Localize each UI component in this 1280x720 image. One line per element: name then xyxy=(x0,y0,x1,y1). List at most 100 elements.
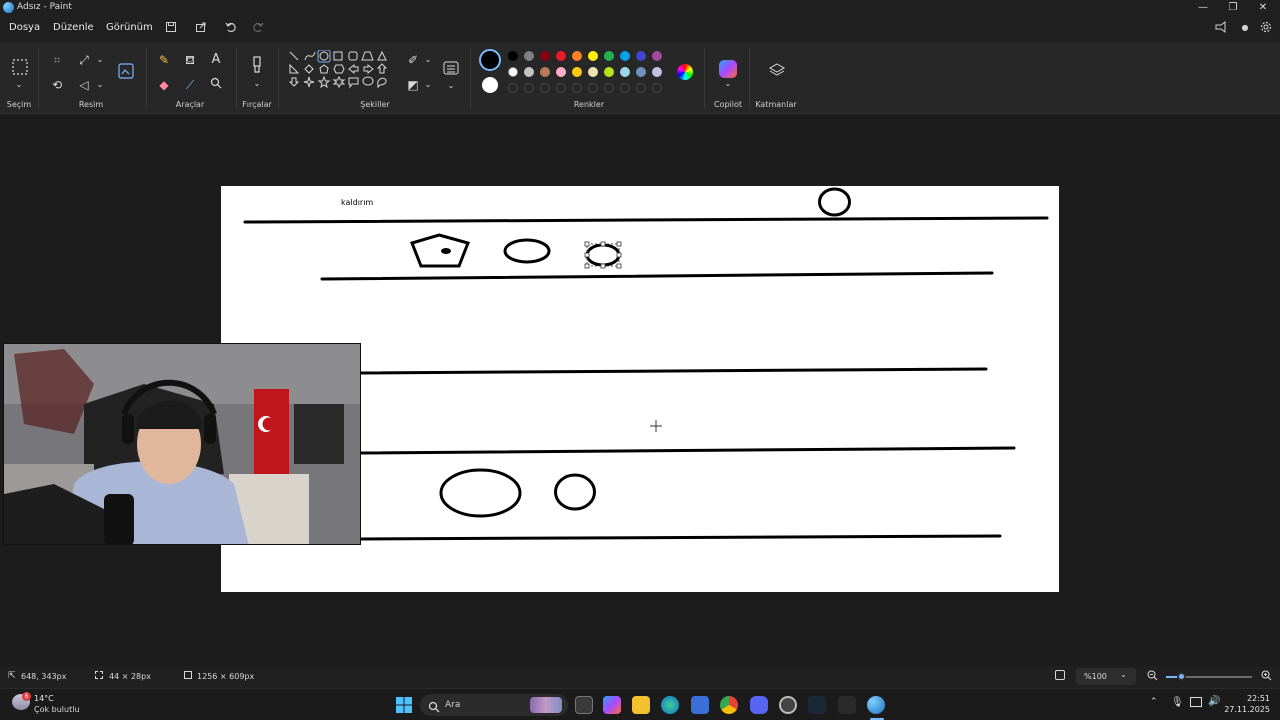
shape-outline-chevron-icon[interactable]: ⌄ xyxy=(420,52,436,68)
settings-gear-icon[interactable] xyxy=(1259,21,1273,35)
color-swatch[interactable] xyxy=(588,51,598,61)
color-swatch[interactable] xyxy=(620,51,630,61)
microsoft-store-icon[interactable] xyxy=(691,696,709,714)
task-view-icon[interactable] xyxy=(575,696,593,714)
color-picker-icon[interactable]: ⟋ xyxy=(182,77,198,93)
color-swatch[interactable] xyxy=(620,67,630,77)
undo-icon[interactable] xyxy=(224,21,238,35)
microphone-icon[interactable]: 🎙 xyxy=(1171,697,1184,708)
shape-fill-chevron-icon[interactable]: ⌄ xyxy=(420,77,436,93)
zoom-slider-thumb[interactable] xyxy=(1177,672,1186,681)
selection-dropdown-chevron-icon[interactable]: ⌄ xyxy=(11,77,27,93)
eraser-icon[interactable]: ◆ xyxy=(156,77,172,93)
custom-color-slot[interactable] xyxy=(636,83,646,93)
color-swatch[interactable] xyxy=(572,67,582,77)
menu-view[interactable]: Görünüm xyxy=(106,22,153,33)
layers-icon[interactable] xyxy=(768,62,786,80)
custom-color-slot[interactable] xyxy=(524,83,534,93)
shape-fill-icon[interactable]: ◩ xyxy=(405,77,421,93)
file-explorer-icon[interactable] xyxy=(632,696,650,714)
color-swatch[interactable] xyxy=(540,51,550,61)
color-swatch[interactable] xyxy=(604,51,614,61)
epic-games-icon[interactable] xyxy=(838,696,856,714)
steam-icon[interactable] xyxy=(808,696,826,714)
edit-colors-icon[interactable] xyxy=(677,64,693,80)
zoom-in-icon[interactable] xyxy=(1261,670,1272,683)
share-icon[interactable] xyxy=(194,21,208,35)
feedback-icon[interactable] xyxy=(1214,21,1228,35)
color-swatch[interactable] xyxy=(636,67,646,77)
custom-color-slot[interactable] xyxy=(508,83,518,93)
color-swatch[interactable] xyxy=(556,67,566,77)
custom-color-slot[interactable] xyxy=(652,83,662,93)
color-swatch[interactable] xyxy=(588,67,598,77)
save-icon[interactable] xyxy=(164,21,178,35)
color-swatch[interactable] xyxy=(508,67,518,77)
line-width-icon[interactable] xyxy=(442,60,460,78)
color-swatch[interactable] xyxy=(604,67,614,77)
custom-color-slot[interactable] xyxy=(620,83,630,93)
color-swatch[interactable] xyxy=(556,51,566,61)
clock-date[interactable]: 27.11.2025 xyxy=(1222,705,1270,714)
copilot-taskbar-icon[interactable] xyxy=(603,696,621,714)
custom-color-slots xyxy=(508,83,668,95)
minimize-button[interactable]: — xyxy=(1188,0,1218,16)
custom-color-slot[interactable] xyxy=(572,83,582,93)
clock-time[interactable]: 22:51 xyxy=(1230,694,1270,703)
display-icon[interactable] xyxy=(1190,697,1202,707)
group-label-copilot: Copilot xyxy=(713,100,743,109)
flip-chevron-icon[interactable]: ⌄ xyxy=(92,77,108,93)
fit-to-window-icon[interactable] xyxy=(1055,670,1065,680)
color-swatch[interactable] xyxy=(524,67,534,77)
resize-icon[interactable]: ⤢ xyxy=(76,52,92,68)
custom-color-slot[interactable] xyxy=(604,83,614,93)
text-tool-icon[interactable]: A xyxy=(208,52,224,68)
copilot-chevron-icon[interactable]: ⌄ xyxy=(720,76,736,92)
crop-icon[interactable]: ⌗ xyxy=(49,52,65,68)
resize-chevron-icon[interactable]: ⌄ xyxy=(92,52,108,68)
zoom-out-icon[interactable] xyxy=(1147,670,1158,683)
color-swatch[interactable] xyxy=(508,51,518,61)
maximize-button[interactable]: ❐ xyxy=(1218,0,1248,16)
shapes-gallery[interactable] xyxy=(286,50,394,96)
taskbar-search-box[interactable]: Ara xyxy=(420,694,568,716)
secondary-color-swatch[interactable] xyxy=(482,77,498,93)
custom-color-slot[interactable] xyxy=(588,83,598,93)
menu-edit[interactable]: Düzenle xyxy=(53,22,94,33)
color-swatch[interactable] xyxy=(652,51,662,61)
selection-tool-icon[interactable] xyxy=(10,58,30,78)
start-windows-icon[interactable] xyxy=(396,697,412,713)
brush-icon[interactable] xyxy=(248,56,266,76)
paint-taskbar-icon[interactable] xyxy=(867,696,885,714)
fill-bucket-icon[interactable]: ⛾ xyxy=(182,52,198,68)
image-select-icon[interactable] xyxy=(117,62,135,80)
brush-chevron-icon[interactable]: ⌄ xyxy=(249,76,265,92)
tray-overflow-chevron-icon[interactable]: ⌃ xyxy=(1150,697,1158,707)
redo-icon[interactable] xyxy=(251,21,265,35)
account-icon[interactable]: ● xyxy=(1238,21,1252,35)
color-swatch[interactable] xyxy=(540,67,550,77)
edge-browser-icon[interactable] xyxy=(661,696,679,714)
color-swatch[interactable] xyxy=(524,51,534,61)
zoom-select[interactable]: %100 ⌄ xyxy=(1076,668,1136,685)
close-button[interactable]: ✕ xyxy=(1248,0,1278,16)
rotate-icon[interactable]: ⟲ xyxy=(49,77,65,93)
color-swatch[interactable] xyxy=(572,51,582,61)
custom-color-slot[interactable] xyxy=(556,83,566,93)
search-placeholder: Ara xyxy=(445,700,461,710)
pencil-icon[interactable]: ✎ xyxy=(156,52,172,68)
chrome-icon[interactable] xyxy=(720,696,738,714)
volume-icon[interactable]: 🔊 xyxy=(1208,696,1220,707)
obs-icon[interactable] xyxy=(779,696,797,714)
menu-file[interactable]: Dosya xyxy=(9,22,40,33)
shape-outline-icon[interactable]: ✐ xyxy=(405,52,421,68)
line-width-chevron-icon[interactable]: ⌄ xyxy=(443,78,459,94)
color-swatch[interactable] xyxy=(636,51,646,61)
primary-color-swatch[interactable] xyxy=(479,49,501,71)
circle-shape-bottom xyxy=(554,473,596,511)
custom-color-slot[interactable] xyxy=(540,83,550,93)
flip-icon[interactable]: ◁ xyxy=(76,77,92,93)
discord-icon[interactable] xyxy=(750,696,768,714)
color-swatch[interactable] xyxy=(652,67,662,77)
magnifier-icon[interactable] xyxy=(208,77,224,93)
